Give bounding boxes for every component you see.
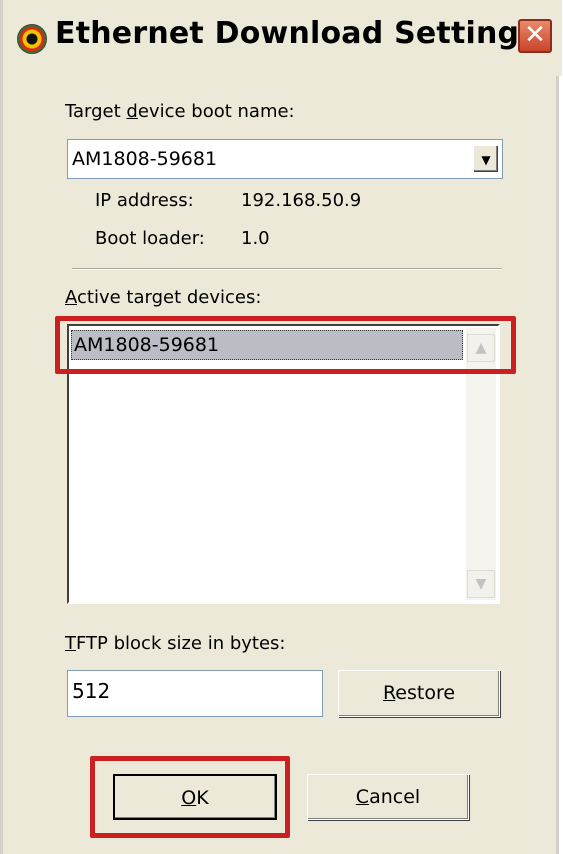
separator <box>72 268 502 270</box>
highlight-box-device <box>55 316 516 374</box>
dialog-window: Ethernet Download Settings ✕ Target devi… <box>0 0 562 854</box>
restore-button[interactable]: Restore <box>338 670 500 717</box>
chevron-down-icon[interactable]: ▼ <box>473 145 499 173</box>
boot-name-label: Target device boot name: <box>65 101 295 122</box>
highlight-box-ok <box>90 756 290 838</box>
boot-loader-value: 1.0 <box>241 228 270 249</box>
chevron-down-icon[interactable]: ▼ <box>467 570 495 598</box>
ip-address-value: 192.168.50.9 <box>241 190 362 211</box>
tftp-label: TFTP block size in bytes: <box>65 633 286 654</box>
close-button[interactable]: ✕ <box>518 19 552 53</box>
boot-loader-label: Boot loader: <box>95 228 205 249</box>
window-title: Ethernet Download Settings <box>55 16 538 51</box>
boot-name-combobox[interactable]: AM1808-59681 ▼ <box>67 139 503 179</box>
title-bar[interactable]: Ethernet Download Settings ✕ <box>3 0 562 76</box>
tftp-block-size-input[interactable]: 512 <box>67 670 323 717</box>
ip-address-label: IP address: <box>95 190 194 211</box>
close-icon: ✕ <box>524 20 546 50</box>
active-devices-label: Active target devices: <box>65 287 262 308</box>
cancel-button[interactable]: Cancel <box>307 774 469 820</box>
app-logo-icon <box>17 24 47 54</box>
boot-name-value: AM1808-59681 <box>72 148 218 170</box>
